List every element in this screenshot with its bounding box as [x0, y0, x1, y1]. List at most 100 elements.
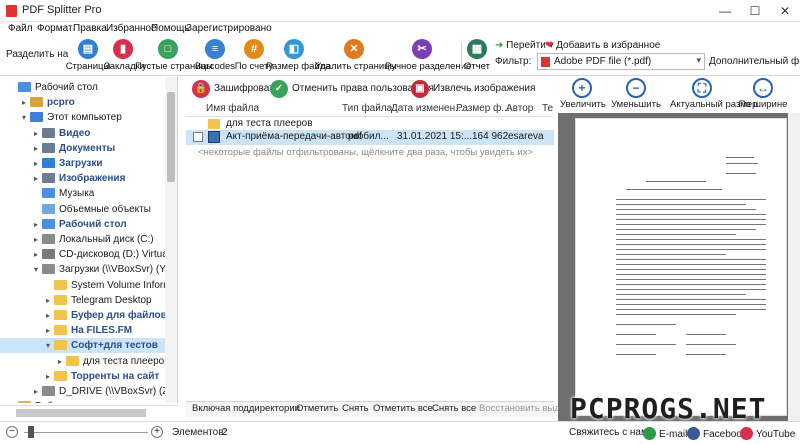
- expand-arrow-icon[interactable]: ▸: [32, 232, 40, 247]
- expand-arrow-icon[interactable]: ▸: [44, 308, 52, 323]
- tree-item[interactable]: ▸ Документы: [0, 141, 165, 156]
- zoom-slider-handle[interactable]: [28, 426, 34, 438]
- file-row-folder[interactable]: для теста плееров: [186, 117, 554, 131]
- advanced-filter-button[interactable]: Дополнительный фильтр: [709, 56, 800, 67]
- facebook-link[interactable]: Facebook: [687, 427, 747, 440]
- youtube-link[interactable]: YouTube: [740, 427, 795, 440]
- toolbar-button-file-size[interactable]: ◧ Размер файла: [266, 39, 331, 75]
- expand-arrow-icon[interactable]: ▸: [56, 354, 64, 369]
- tree-item[interactable]: ▾ Загрузки (\\VBoxSvr) (Y:): [0, 262, 171, 277]
- expand-arrow-icon[interactable]: ▸: [8, 399, 16, 403]
- tree-item[interactable]: ▾ Софт+для тестов: [0, 338, 165, 354]
- expand-arrow-icon[interactable]: ▸: [32, 247, 40, 262]
- zoom-out-status-icon[interactable]: −: [6, 426, 18, 438]
- collapse-arrow-icon[interactable]: ▾: [44, 338, 52, 353]
- restore-selection-button[interactable]: Восстановить выде: [479, 403, 565, 414]
- zoom-slider[interactable]: [24, 432, 148, 433]
- expand-arrow-icon[interactable]: ▸: [32, 217, 40, 232]
- tree-item-label: Загрузки: [59, 158, 103, 169]
- minimize-button[interactable]: —: [710, 0, 740, 22]
- tree-hscrollbar[interactable]: [0, 405, 178, 419]
- tree-item[interactable]: ▸ Библиотеки: [0, 399, 165, 403]
- zoom-in-status-icon[interactable]: +: [151, 426, 163, 438]
- col-name[interactable]: Имя файла: [206, 103, 259, 114]
- zoom-in-button[interactable]: + Увеличить: [560, 78, 606, 110]
- tree-item[interactable]: ▸ Telegram Desktop: [0, 293, 165, 308]
- col-date[interactable]: Дата изменен...: [391, 103, 463, 114]
- tree-hscrollbar-thumb[interactable]: [16, 409, 146, 417]
- expand-arrow-icon[interactable]: ▸: [32, 156, 40, 171]
- fit-width-button[interactable]: ↔ По ширине: [734, 78, 792, 110]
- actual-size-button[interactable]: ⛶ Актуальный размер: [670, 78, 757, 110]
- tree-item[interactable]: ▸ Торренты на сайт: [0, 369, 165, 384]
- tree-item-label: Рабочий стол: [35, 82, 98, 93]
- folder-icon: [42, 249, 55, 260]
- collapse-arrow-icon[interactable]: ▾: [32, 262, 40, 277]
- menu-registered[interactable]: Зарегистрировано: [186, 23, 272, 34]
- filtered-files-note[interactable]: <некоторые файлы отфильтрованы, щёлкните…: [198, 147, 533, 158]
- split-by-label: Разделить на: [6, 49, 69, 60]
- toolbar-button-blank-pages[interactable]: □ Пустые страницы: [135, 39, 213, 75]
- tree-item[interactable]: ▸ pcpro: [0, 95, 165, 110]
- menu-format[interactable]: Формат: [37, 23, 73, 34]
- action-unlock-button[interactable]: ✓ Отменить права пользователя: [270, 79, 434, 99]
- expand-arrow-icon[interactable]: ▸: [32, 126, 40, 141]
- col-title[interactable]: Те: [542, 103, 553, 114]
- expand-arrow-icon[interactable]: ▸: [44, 369, 52, 384]
- tree-item[interactable]: ▸ На FILES.FM: [0, 323, 165, 338]
- tree-item[interactable]: ▸ Загрузки: [0, 156, 165, 171]
- expand-arrow-icon[interactable]: ▸: [44, 293, 52, 308]
- file-row-pdf[interactable]: Акт-приёма-передачи-автомобил... pdf 31.…: [186, 130, 554, 145]
- expand-arrow-icon[interactable]: ▸: [32, 384, 40, 399]
- tree-item[interactable]: ▸ Изображения: [0, 171, 165, 186]
- tree-item[interactable]: System Volume Information: [0, 278, 177, 293]
- tree-item[interactable]: ▸ D_DRIVE (\\VBoxSvr) (Z:): [0, 384, 175, 399]
- tree-item[interactable]: ▸ Локальный диск (C:): [0, 232, 165, 247]
- menu-edit[interactable]: Правка: [73, 23, 107, 34]
- tree-item[interactable]: ▸ Видео: [0, 126, 165, 141]
- file-checkbox[interactable]: [193, 132, 203, 142]
- folder-icon: [42, 264, 55, 275]
- filter-dropdown[interactable]: Adobe PDF file (*.pdf) ▾: [537, 53, 705, 70]
- close-button[interactable]: ✕: [770, 0, 800, 22]
- toolbar-button-barcode[interactable]: ≡ Barcodes: [194, 39, 236, 75]
- tree-item[interactable]: ▸ CD-дисковод (D:) VirtualBox Gue: [0, 247, 177, 262]
- menu-help[interactable]: Помощь: [151, 23, 190, 34]
- maximize-button[interactable]: ☐: [740, 0, 770, 22]
- tree-scrollbar-thumb[interactable]: [167, 92, 175, 182]
- toolbar-button-manual-split[interactable]: ✂ Ручное разделение: [385, 39, 471, 75]
- tree-item[interactable]: Рабочий стол: [0, 80, 165, 95]
- tree-item[interactable]: ▸ для теста плееров: [0, 354, 170, 369]
- uncheck-all-button[interactable]: Снять все: [432, 403, 476, 414]
- preview-scrollbar[interactable]: [788, 113, 800, 421]
- uncheck-button[interactable]: Снять: [342, 403, 369, 414]
- expand-arrow-icon[interactable]: ▸: [20, 95, 28, 110]
- check-all-button[interactable]: Отметить все: [373, 403, 433, 414]
- contact-us-label: Свяжитесь с нами: [569, 427, 654, 438]
- collapse-arrow-icon[interactable]: ▾: [20, 110, 28, 125]
- tree-item[interactable]: Объемные объекты: [0, 202, 165, 217]
- toolbar-button-report[interactable]: ▦ Отчет: [460, 39, 494, 75]
- menu-favorites[interactable]: Избранное: [106, 23, 157, 34]
- add-favorite-button[interactable]: ❤ Добавить в избранное: [545, 40, 660, 51]
- document-text-line: [616, 254, 726, 255]
- col-size[interactable]: Размер ф...: [456, 103, 510, 114]
- tree-item[interactable]: ▸ Буфер для файлов: [0, 308, 167, 323]
- expand-arrow-icon[interactable]: ▸: [44, 323, 52, 338]
- menu-file[interactable]: Файл: [8, 23, 33, 34]
- action-extract-images-button[interactable]: ▣ Извлечь изображения: [411, 79, 551, 99]
- tree-item[interactable]: ▸ Рабочий стол: [0, 217, 165, 232]
- document-text-line: [616, 344, 676, 345]
- col-type[interactable]: Тип файла: [342, 103, 392, 114]
- check-button[interactable]: Отметить: [296, 403, 338, 414]
- zoom-out-button[interactable]: − Уменьшить: [606, 78, 666, 110]
- tree-item[interactable]: Музыка: [0, 186, 165, 201]
- col-author[interactable]: Автор: [506, 103, 533, 114]
- email-link[interactable]: E-mail: [643, 427, 687, 440]
- expand-arrow-icon[interactable]: ▸: [32, 141, 40, 156]
- tree-item[interactable]: ▾ Этот компьютер: [0, 110, 165, 125]
- expand-arrow-icon[interactable]: ▸: [32, 171, 40, 186]
- document-text-line: [616, 294, 746, 295]
- include-subdirs-button[interactable]: Включая поддиректории: [192, 403, 300, 414]
- toolbar-button-delete-pages[interactable]: ✕ Удалить страницы: [315, 39, 396, 75]
